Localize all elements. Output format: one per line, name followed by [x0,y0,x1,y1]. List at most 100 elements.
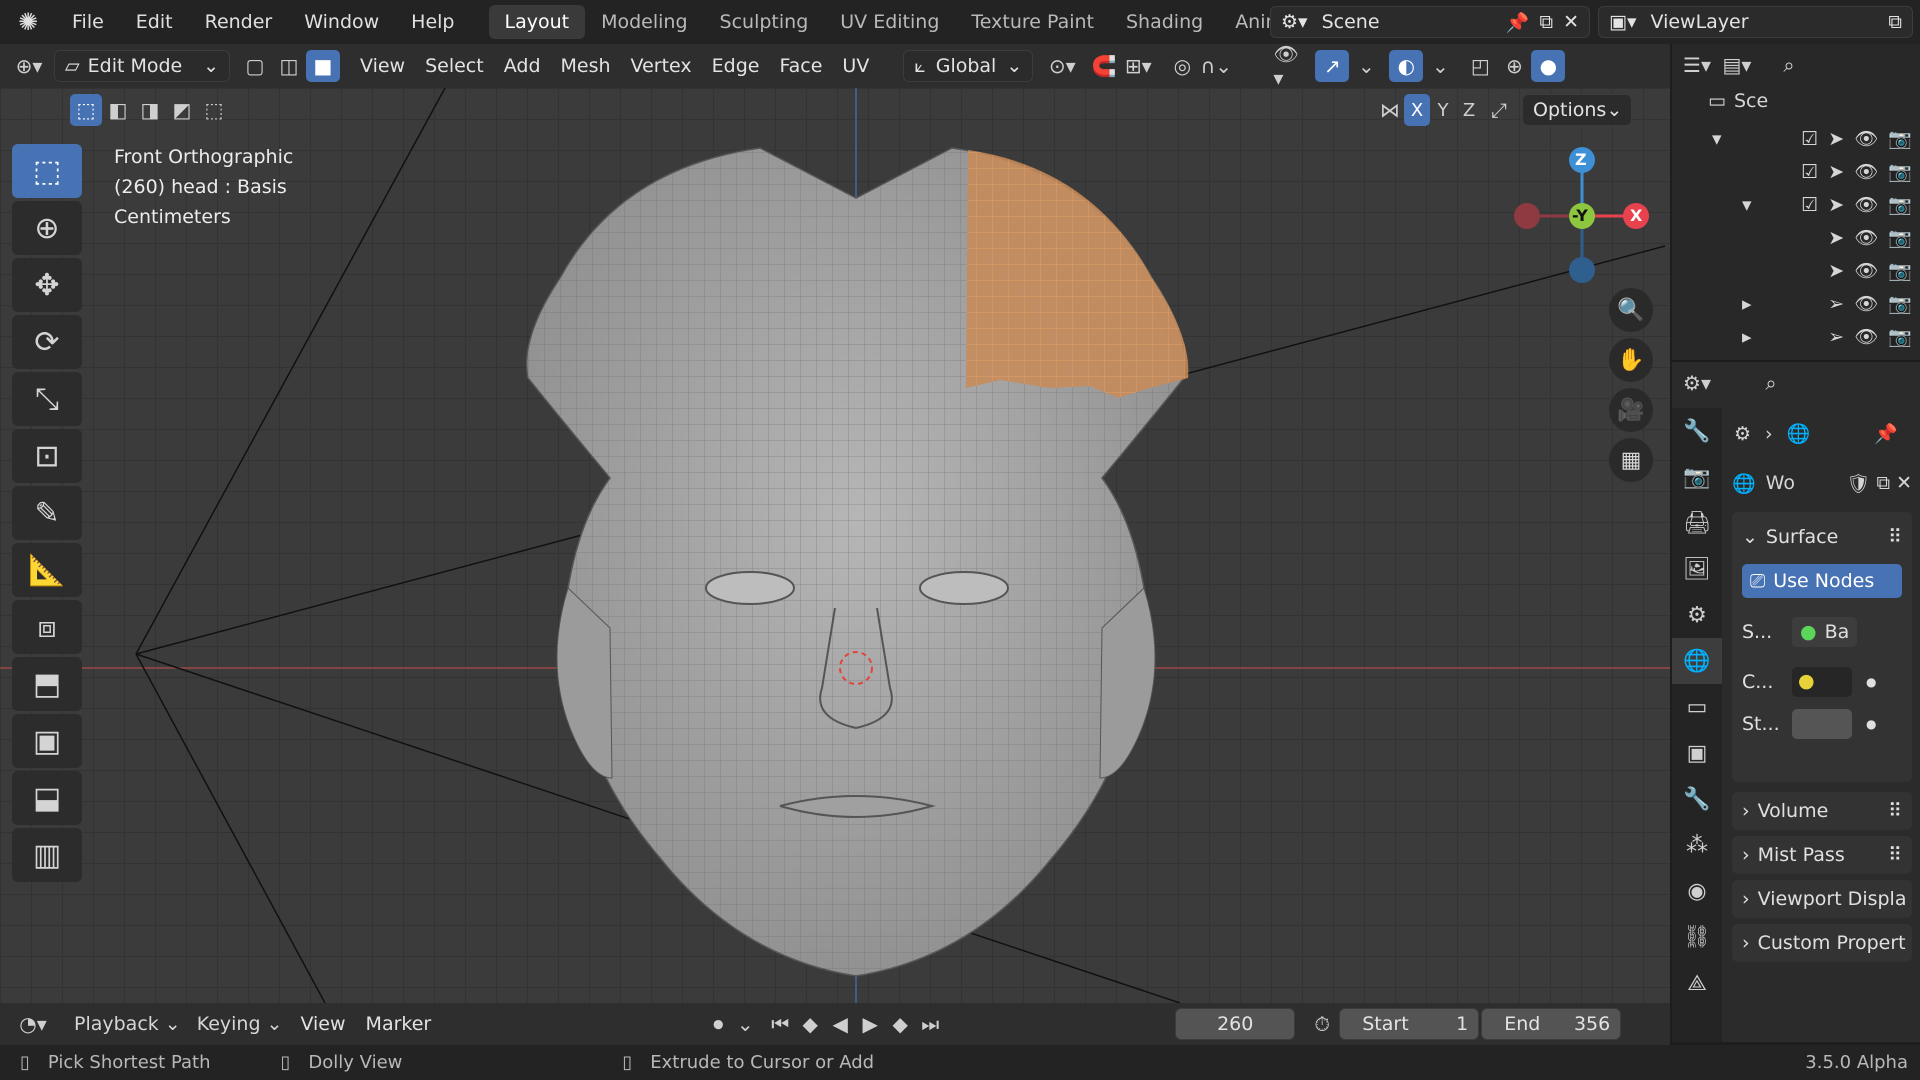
play-reverse-icon[interactable]: ◀ [825,1008,855,1040]
measure-tool-icon[interactable]: 📐 [12,543,82,597]
tool-tab-icon[interactable]: 🔧 [1672,408,1722,454]
collection-tab-icon[interactable]: ▭ [1672,684,1722,730]
expand-arrow-icon[interactable]: ▾ [1742,194,1752,216]
pin-icon[interactable]: 📌 [1874,422,1898,445]
menu-window[interactable]: Window [288,11,395,33]
menu-view[interactable]: View [350,50,415,82]
fake-user-icon[interactable]: 🛡 [1846,472,1870,495]
blender-logo-icon[interactable]: ✺ [0,8,56,36]
surface-panel-header[interactable]: ⌄ Surface ⠿ [1742,520,1902,554]
ortho-grid-icon[interactable]: ▦ [1609,438,1653,482]
gizmo-x-label[interactable]: X [1630,206,1642,225]
viewlayer-selector[interactable]: ▣▾ ViewLayer ⧉ [1598,6,1913,38]
camera-icon[interactable]: 📷 [1888,325,1912,348]
selectable-icon[interactable]: ➤ [1828,161,1844,183]
expand-arrow-icon[interactable]: ▸ [1742,326,1752,348]
falloff-icon[interactable]: ∩⌄ [1199,50,1233,82]
menu-select[interactable]: Select [415,50,494,82]
timeline-view-menu[interactable]: View [290,1008,355,1040]
search-icon[interactable]: ⌕ [1772,49,1806,81]
modifier-tab-icon[interactable]: 🔧 [1672,776,1722,822]
menu-render[interactable]: Render [189,11,289,33]
pivot-icon[interactable]: ⊙▾ [1045,50,1079,82]
menu-file[interactable]: File [56,11,120,33]
overlay-toggle-icon[interactable]: ◐ [1389,50,1424,82]
add-cube-tool-icon[interactable]: ⧈ [12,600,82,654]
record-icon[interactable]: ⏺ [701,1008,735,1040]
view-layer-tab-icon[interactable]: 🖼 [1672,546,1722,592]
snap-target-icon[interactable]: ⊞▾ [1121,50,1155,82]
color-swatch[interactable]: ● [1792,667,1852,697]
scene-selector[interactable]: ⚙▾ Scene 📌 ⧉ ✕ [1270,6,1590,38]
world-selector[interactable]: 🌐 Wo 🛡 ⧉ ✕ [1732,466,1912,500]
annotate-tool-icon[interactable]: ✎ [12,486,82,540]
camera-icon[interactable]: 📷 [1888,127,1912,150]
cursor-tool-icon[interactable]: ⊕ [12,201,82,255]
menu-face[interactable]: Face [769,50,832,82]
selectable-icon[interactable]: ➤ [1828,260,1844,282]
output-tab-icon[interactable]: 🖨 [1672,500,1722,546]
tab-uv-editing[interactable]: UV Editing [824,5,955,39]
drag-handle-icon[interactable]: ⠿ [1888,844,1902,866]
jump-end-icon[interactable]: ⏭ [915,1008,945,1040]
outliner-row[interactable]: ▸ ➢ 👁 📷 [1712,287,1912,320]
expand-arrow-icon[interactable]: ▸ [1742,293,1752,315]
mist-pass-panel[interactable]: › Mist Pass ⠿ [1732,836,1912,874]
tab-sculpting[interactable]: Sculpting [704,5,825,39]
render-tab-icon[interactable]: 📷 [1672,454,1722,500]
selectable-icon[interactable]: ➢ [1828,293,1844,315]
edge-select-icon[interactable]: ◫ [272,50,306,82]
rotate-tool-icon[interactable]: ⟳ [12,315,82,369]
camera-icon[interactable]: 📷 [1888,160,1912,183]
outliner-type-icon[interactable]: ☰▾ [1680,49,1714,81]
pin-icon[interactable]: 📌 [1506,11,1530,34]
menu-edit[interactable]: Edit [120,11,189,33]
move-tool-icon[interactable]: ✥ [12,258,82,312]
playback-menu[interactable]: Playback ⌄ [66,1013,189,1035]
physics-tab-icon[interactable]: ◉ [1672,868,1722,914]
camera-view-icon[interactable]: 🎥 [1609,388,1653,432]
camera-icon[interactable]: 📷 [1888,259,1912,282]
camera-icon[interactable]: 📷 [1888,292,1912,315]
loop-cut-tool-icon[interactable]: ▥ [12,828,82,882]
menu-mesh[interactable]: Mesh [551,50,621,82]
keying-menu[interactable]: Keying ⌄ [189,1013,291,1035]
new-scene-icon[interactable]: ⧉ [1540,11,1554,33]
tab-layout[interactable]: Layout [488,5,586,39]
data-tab-icon[interactable]: ⟁ [1672,960,1722,1006]
new-world-icon[interactable]: ⧉ [1877,472,1891,494]
strength-field[interactable] [1792,709,1852,739]
outliner-row[interactable]: ☑ ➤ 👁 📷 [1712,155,1912,188]
particles-tab-icon[interactable]: ⁂ [1672,822,1722,868]
jump-start-icon[interactable]: ⏮ [765,1008,795,1040]
constraints-tab-icon[interactable]: ⛓ [1672,914,1722,960]
snap-icon[interactable]: 🧲 [1087,50,1121,82]
outliner-row[interactable]: ➤ 👁 📷 [1712,254,1912,287]
outliner-row[interactable]: ▸ ➢ 👁 📷 [1712,320,1912,353]
menu-uv[interactable]: UV [832,50,879,82]
close-icon[interactable]: ✕ [1563,11,1579,33]
eye-icon[interactable]: 👁 [1854,226,1878,249]
gizmo-y-label[interactable]: -Y [1572,206,1588,225]
eye-icon[interactable]: 👁 [1854,160,1878,183]
checkbox-icon[interactable]: ☑ [1801,128,1818,150]
menu-vertex[interactable]: Vertex [621,50,702,82]
camera-icon[interactable]: 📷 [1888,226,1912,249]
inset-tool-icon[interactable]: ▣ [12,714,82,768]
prev-keyframe-icon[interactable]: ◆ [795,1008,825,1040]
timeline-editor-icon[interactable]: ◔▾ [16,1008,50,1040]
current-frame-field[interactable]: 260 [1175,1008,1296,1040]
close-icon[interactable]: ✕ [1896,472,1912,494]
camera-icon[interactable]: 📷 [1888,193,1912,216]
eye-icon[interactable]: 👁 [1854,193,1878,216]
gizmo-z-label[interactable]: Z [1575,150,1587,169]
selectable-icon[interactable]: ➢ [1828,326,1844,348]
vertex-select-icon[interactable]: ▢ [238,50,272,82]
xray-icon[interactable]: ◰ [1463,50,1497,82]
chevron-down-icon[interactable]: ⌄ [1349,50,1383,82]
chevron-down-icon[interactable]: ⌄ [735,1008,755,1040]
properties-type-icon[interactable]: ⚙▾ [1680,367,1714,399]
stopwatch-icon[interactable]: ⏱ [1305,1008,1339,1040]
pan-hand-icon[interactable]: ✋ [1609,338,1653,382]
next-keyframe-icon[interactable]: ◆ [885,1008,915,1040]
